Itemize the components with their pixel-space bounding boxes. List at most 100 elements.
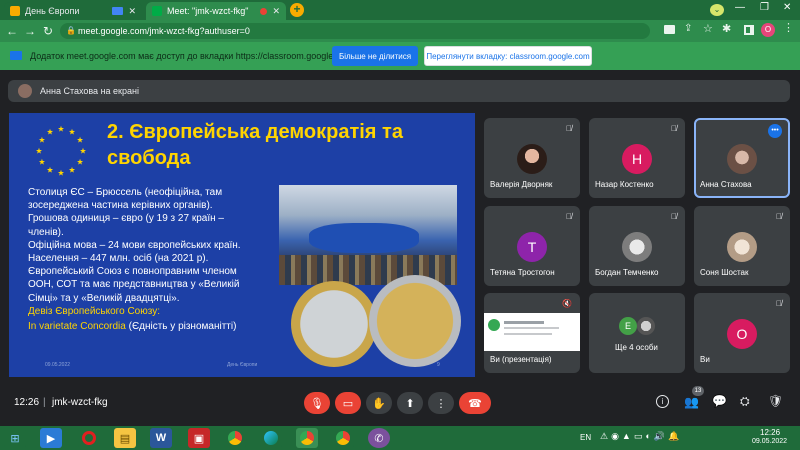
viber-icon[interactable]: ✆	[368, 428, 390, 448]
language-indicator[interactable]: EN	[580, 433, 591, 442]
chrome-window-icon[interactable]	[332, 428, 354, 448]
screen-share-icon	[10, 51, 22, 60]
close-icon[interactable]: ✕	[128, 6, 136, 17]
extensions-icon[interactable]: ✱	[722, 22, 731, 35]
view-tab-button[interactable]: Переглянути вкладку: classroom.google.co…	[424, 46, 592, 66]
lock-icon: 🔒	[66, 26, 76, 35]
slide-line: Офіційна мова – 24 мови європейських кра…	[28, 239, 241, 251]
back-button[interactable]: ←	[4, 22, 20, 40]
participant-name: Валерія Дворняк	[490, 180, 553, 189]
participant-tile[interactable]: 🎙̸ Соня Шостак	[694, 206, 790, 286]
more-options-button[interactable]: ⋮	[428, 392, 454, 414]
word-icon[interactable]: W	[150, 428, 172, 448]
participants-count-badge: 13	[692, 386, 704, 396]
meet-favicon-icon	[152, 6, 162, 16]
participant-tile-self[interactable]: 🎙̸ О Ви	[694, 293, 790, 373]
end-call-button[interactable]: ☎	[459, 392, 491, 414]
media-player-icon[interactable]: ▶	[40, 428, 62, 448]
bookmark-star-icon[interactable]: ☆	[703, 22, 713, 35]
slide-line: ООН, СОТ та має представництва у «Великі…	[28, 279, 240, 291]
host-controls-icon[interactable]: 🛡	[768, 394, 783, 408]
meeting-code: jmk-wzct-fkg	[52, 397, 108, 408]
file-explorer-icon[interactable]: ▤	[114, 428, 136, 448]
raise-hand-button[interactable]: ✋	[366, 392, 392, 414]
slide-line: зосереджена частина керівних органів).	[28, 200, 213, 212]
camera-app-icon[interactable]: ▣	[188, 428, 210, 448]
separator: |	[43, 397, 46, 408]
start-button[interactable]: ⊞	[4, 428, 26, 448]
participant-tile[interactable]: 🎙̸ Валерія Дворняк	[484, 118, 580, 198]
clock-date[interactable]: 09.05.2022	[752, 438, 787, 445]
clock-time[interactable]: 12:26	[760, 428, 780, 437]
eu-star	[77, 158, 84, 165]
tab-meet[interactable]: Meet: "jmk-wzct-fkg" ✕	[146, 2, 286, 20]
motto-latin: In varietate Concordia	[28, 321, 126, 333]
maximize-button[interactable]: ❐	[760, 2, 769, 13]
mic-off-icon: 🔇	[562, 299, 572, 308]
minimize-button[interactable]: —	[735, 2, 745, 13]
slide-title-line2: свобода	[107, 147, 191, 169]
chrome-icon[interactable]	[224, 428, 246, 448]
participant-photo	[727, 232, 757, 262]
menu-kebab-icon[interactable]: ⋮	[783, 21, 794, 34]
presentation-slide: 2. Європейська демократія та свобода Сто…	[9, 113, 475, 377]
opera-icon[interactable]	[78, 428, 100, 448]
mic-toggle-button[interactable]: 🎙	[304, 392, 330, 414]
info-icon[interactable]: i	[656, 395, 669, 408]
eu-star	[35, 147, 43, 154]
mic-off-icon: 🎙̸	[776, 299, 782, 308]
chrome-active-icon[interactable]	[296, 428, 318, 448]
slide-title-line1: 2. Європейська демократія та	[107, 121, 403, 143]
new-tab-button[interactable]: +	[290, 3, 304, 17]
camera-toggle-button[interactable]: ▭	[335, 392, 361, 414]
people-icon[interactable]: 👥	[684, 395, 699, 409]
eu-flag-stars-icon	[35, 125, 87, 176]
address-bar[interactable]: 🔒 meet.google.com/jmk-wzct-fkg?authuser=…	[60, 23, 650, 39]
presenter-banner: Анна Стахова на екрані	[8, 80, 790, 102]
participant-tile[interactable]: 🎙̸ Богдан Темченко	[589, 206, 685, 286]
eu-star	[79, 147, 87, 154]
participant-tile-group[interactable]: Е Ще 4 особи	[589, 293, 685, 373]
participant-photo	[727, 144, 757, 174]
participant-tile[interactable]: 🎙̸ Т Тетяна Тростогон	[484, 206, 580, 286]
tray-icons[interactable]: ⚠◉▲▭◐🔊🔔	[600, 431, 682, 442]
share-icon[interactable]: ⇪	[684, 23, 692, 34]
tab-search-icon[interactable]: ⌄	[710, 4, 724, 16]
activities-icon[interactable]: ⛭	[740, 394, 750, 409]
close-icon[interactable]: ✕	[272, 6, 280, 17]
slide-line: Столиця ЄС – Брюссель (неофіційна, там	[28, 187, 223, 198]
present-button[interactable]: ⬆	[397, 392, 423, 414]
camera-permission-icon[interactable]	[664, 25, 675, 34]
participant-tile[interactable]: 🎙̸ Н Назар Костенко	[589, 118, 685, 198]
profile-avatar[interactable]: O	[761, 23, 775, 37]
eu-star	[46, 166, 54, 173]
participant-name: Анна Стахова	[700, 180, 752, 189]
forward-button[interactable]: →	[22, 22, 38, 40]
reload-button[interactable]: ↻	[40, 22, 56, 40]
screen-share-indicator-icon	[112, 7, 124, 15]
mic-off-icon: 🎙̸	[566, 124, 572, 133]
presenter-text: Анна Стахова на екрані	[40, 86, 139, 96]
slide-motto: In varietate Concordia (Єдність у різном…	[28, 320, 283, 333]
mic-off-icon: 🎙̸	[671, 124, 677, 133]
edge-icon[interactable]	[260, 428, 282, 448]
slide-line: Європейський Союз є повноправним членом	[28, 266, 237, 278]
slide-line: членів).	[28, 226, 64, 238]
participant-name: Ви (презентація)	[490, 355, 552, 364]
slide-crowd-photo	[279, 185, 457, 285]
url-text: meet.google.com/jmk-wzct-fkg?authuser=0	[78, 26, 250, 36]
presenter-avatar	[18, 84, 32, 98]
side-panel-icon[interactable]	[744, 25, 754, 35]
eu-star	[57, 169, 65, 176]
tab-den-yevropy[interactable]: День Європи ✕	[4, 2, 142, 20]
stop-sharing-button[interactable]: Більше не ділитися	[332, 46, 418, 66]
slide-footer-date: 09.05.2022	[45, 362, 71, 368]
participant-tile-active-speaker[interactable]: ••• Анна Стахова	[694, 118, 790, 198]
eu-star	[38, 158, 45, 165]
eu-star	[77, 136, 84, 143]
participant-avatar: Т	[517, 232, 547, 262]
participant-tile-presentation[interactable]: 🔇 Ви (презентація)	[484, 293, 580, 373]
slide-line: Сімці» та у «Великій двадцятці».	[28, 292, 180, 304]
chat-icon[interactable]: 💬	[712, 394, 727, 408]
window-close-button[interactable]: ✕	[783, 2, 791, 13]
